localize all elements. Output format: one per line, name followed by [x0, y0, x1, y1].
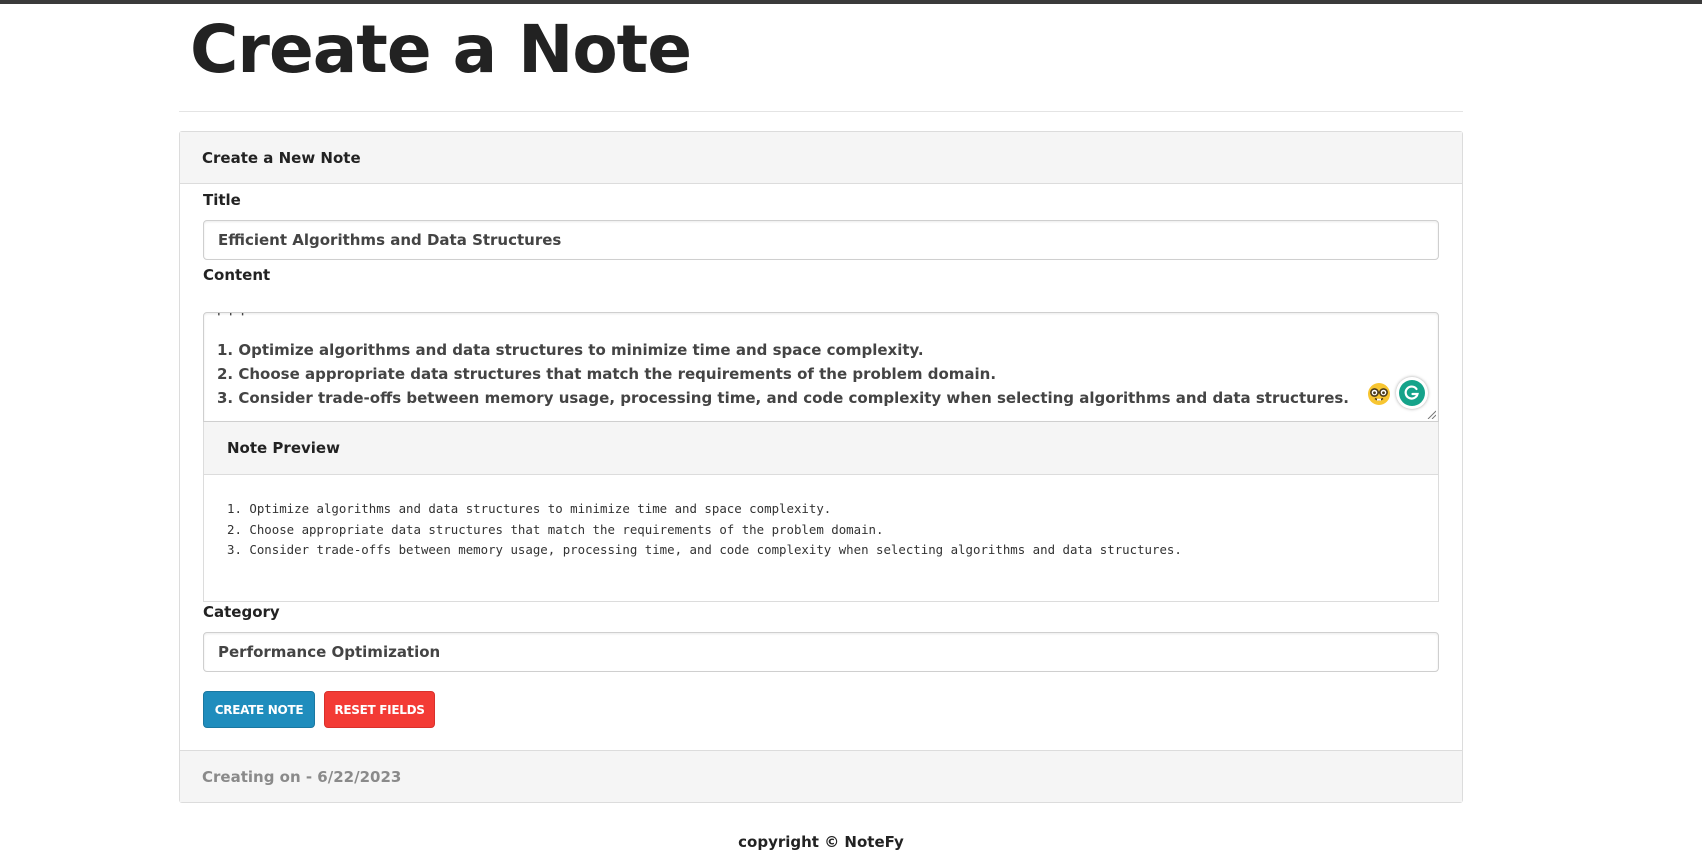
content-line: ' ' ' — [217, 312, 247, 324]
create-note-button[interactable]: CREATE NOTE — [203, 691, 315, 728]
title-divider — [179, 111, 1463, 112]
preview-line: 3. Consider trade-offs between memory us… — [227, 542, 1182, 557]
top-border — [0, 0, 1702, 4]
create-note-card: Create a New Note Title Efficient Algori… — [179, 131, 1463, 803]
resize-handle-icon[interactable] — [1426, 409, 1436, 419]
grammarly-icon[interactable] — [1396, 377, 1428, 409]
page-title: Create a Note — [190, 11, 692, 88]
title-label: Title — [203, 191, 241, 209]
category-input[interactable]: Performance Optimization — [203, 632, 1439, 672]
content-line: 1. Optimize algorithms and data structur… — [217, 341, 924, 359]
preview-line: 1. Optimize algorithms and data structur… — [227, 501, 832, 516]
content-textarea[interactable]: ' ' ' 1. Optimize algorithms and data st… — [203, 312, 1439, 422]
category-label: Category — [203, 603, 280, 621]
content-line: 2. Choose appropriate data structures th… — [217, 365, 997, 383]
note-preview-body: 1. Optimize algorithms and data structur… — [204, 475, 1438, 561]
reset-fields-button[interactable]: RESET FIELDS — [324, 691, 435, 728]
nerd-face-icon[interactable] — [1367, 382, 1391, 406]
note-preview-header: Note Preview — [204, 422, 1438, 475]
content-label: Content — [203, 266, 271, 284]
content-line: 3. Consider trade-offs between memory us… — [217, 389, 1349, 407]
preview-line: 2. Choose appropriate data structures th… — [227, 521, 884, 537]
title-input[interactable]: Efficient Algorithms and Data Structures — [203, 220, 1439, 260]
note-preview-panel: Note Preview 1. Optimize algorithms and … — [203, 422, 1439, 602]
creation-date-footer: Creating on - 6/22/2023 — [180, 750, 1462, 802]
card-header: Create a New Note — [180, 132, 1462, 184]
copyright-text: copyright © NoteFy — [738, 833, 904, 851]
